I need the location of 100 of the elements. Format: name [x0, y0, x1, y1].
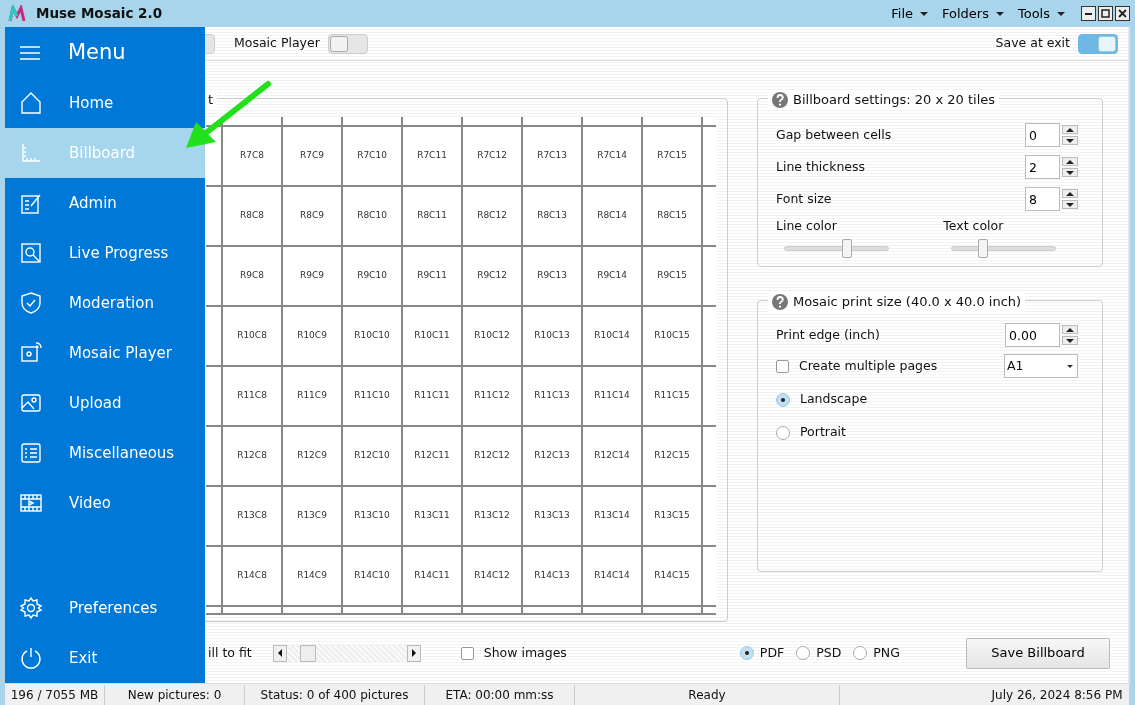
menu-item[interactable]: File [891, 3, 928, 24]
spin-up-button[interactable] [1062, 157, 1078, 166]
menu-item[interactable]: Preferences [5, 583, 205, 633]
number-field[interactable]: 0.00 [1005, 323, 1060, 347]
scrollbar[interactable] [272, 644, 421, 662]
caret-icon [920, 11, 928, 16]
menu-item[interactable]: Exit [5, 633, 205, 683]
toggle-switch[interactable] [327, 33, 368, 54]
ruler-icon [19, 141, 43, 165]
tile-cell: R9C10 [343, 247, 403, 307]
menu-item[interactable]: Mosaic Player [5, 328, 205, 378]
caret-icon [995, 11, 1004, 16]
tile-cell: R8C9 [283, 187, 343, 247]
menu-item[interactable]: Video [5, 478, 205, 528]
tile-cell: R10C14 [583, 307, 643, 367]
radio-button[interactable] [739, 646, 754, 660]
tile-cell: R8C8 [223, 187, 283, 247]
image-icon [19, 391, 43, 415]
toggle-label: Save at exit [995, 34, 1070, 53]
radio-label: PNG [873, 643, 900, 662]
tile-cell: R10C12 [463, 307, 523, 367]
tile-cell: R11C15 [643, 367, 703, 427]
maximize-icon [1100, 8, 1111, 19]
tile-cell: R14C15 [643, 547, 703, 607]
tile-cell: R14C11 [403, 547, 463, 607]
checkbox-label: Create multiple pages [799, 356, 938, 375]
tile-cell [223, 117, 283, 127]
tile-cell: R10C10 [343, 307, 403, 367]
paper-size-dropdown[interactable]: A1 [1004, 354, 1078, 378]
radio-button[interactable] [796, 646, 811, 660]
spin-down-button[interactable] [1062, 168, 1078, 177]
toggle-label: Mosaic Player [234, 34, 320, 53]
screen-icon [19, 341, 43, 365]
tile-cell: R12C8 [223, 427, 283, 487]
tile-cell: R9C11 [403, 247, 463, 307]
tile-cell: R7C14 [583, 127, 643, 187]
scroll-left-button[interactable] [272, 644, 287, 662]
toggle-switch[interactable] [1078, 33, 1118, 54]
tile-cell [403, 117, 463, 127]
checkbox-label: Show images [483, 643, 567, 662]
menu-item[interactable]: Tools [1017, 3, 1065, 24]
checkbox[interactable] [776, 359, 789, 373]
menu-item[interactable]: Upload [5, 378, 205, 428]
menu-item[interactable]: Moderation [5, 278, 205, 328]
tile-cell: R12C11 [403, 427, 463, 487]
spin-down-button[interactable] [1062, 336, 1078, 345]
tile-cell: R14C8 [223, 547, 283, 607]
tile-cell: R13C11 [403, 487, 463, 547]
radio-button[interactable] [776, 392, 790, 407]
menu-item[interactable]: Miscellaneous [5, 428, 205, 478]
tile-cell: R13C15 [643, 487, 703, 547]
status-text: ETA: 00:00 mm:ss [445, 687, 554, 702]
menu-icon [20, 44, 40, 61]
tile-cell: R13C10 [343, 487, 403, 547]
caret-icon [1057, 11, 1065, 16]
tile-cell: R8C10 [343, 187, 403, 247]
field-label: Font size [776, 189, 832, 208]
slider-thumb[interactable] [978, 238, 989, 258]
house-icon [19, 91, 43, 115]
menu-item[interactable]: Home [5, 78, 205, 128]
spin-up-button[interactable] [1062, 325, 1078, 334]
scroll-thumb[interactable] [299, 644, 316, 662]
minimize-button[interactable] [1081, 6, 1096, 21]
spin-down-button[interactable] [1062, 200, 1078, 209]
tile-cell: R8C12 [463, 187, 523, 247]
tile-cell: R11C9 [283, 367, 343, 427]
number-field[interactable]: 8 [1025, 187, 1060, 211]
scroll-right-button[interactable] [406, 644, 421, 662]
slider-thumb[interactable] [841, 238, 852, 258]
spin-up-button[interactable] [1062, 189, 1078, 198]
radio-button[interactable] [776, 425, 790, 440]
menu-item[interactable]: Folders [942, 3, 1004, 24]
tile-cell: R7C12 [463, 127, 523, 187]
save-button[interactable]: Save Billboard [966, 637, 1110, 669]
menu-item[interactable]: Admin [5, 178, 205, 228]
tile-cell [643, 117, 703, 127]
maximize-button[interactable] [1098, 6, 1113, 21]
close-icon [1117, 8, 1128, 19]
magnifier-icon [19, 241, 43, 265]
radio-button[interactable] [853, 646, 868, 660]
tile-cell: R8C15 [643, 187, 703, 247]
number-field[interactable]: 0 [1025, 123, 1060, 147]
tile-cell: R11C10 [343, 367, 403, 427]
film-icon [19, 491, 43, 515]
tile-cell: R11C14 [583, 367, 643, 427]
spin-up-button[interactable] [1062, 125, 1078, 134]
close-button[interactable] [1115, 6, 1130, 21]
left-arrow-icon [277, 649, 282, 657]
slider-label: Line color [776, 217, 838, 235]
spin-down-button[interactable] [1062, 136, 1078, 145]
tile-cell: R8C14 [583, 187, 643, 247]
shield-icon [19, 291, 43, 315]
tile-cell: R7C15 [643, 127, 703, 187]
menu-item[interactable]: Live Progress [5, 228, 205, 278]
checkbox[interactable] [460, 646, 474, 660]
tile-cell: R12C12 [463, 427, 523, 487]
number-field[interactable]: 2 [1025, 155, 1060, 179]
tile-cell: R7C13 [523, 127, 583, 187]
status-text: Ready [688, 687, 726, 702]
tile-cell: R8C13 [523, 187, 583, 247]
